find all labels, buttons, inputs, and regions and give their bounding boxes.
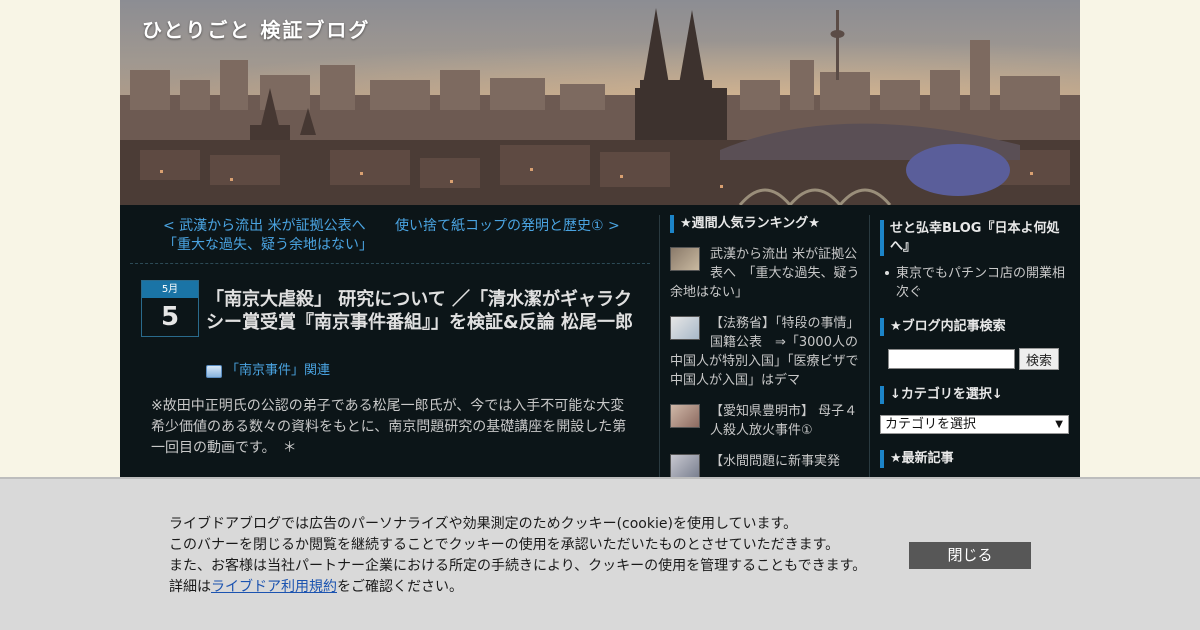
category-select[interactable]: カテゴリを選択 ▼ xyxy=(880,415,1069,434)
external-blog-link[interactable]: 東京でもパチンコ店の開業相次ぐ xyxy=(885,264,1070,302)
category-section: ↓カテゴリを選択↓ カテゴリを選択 ▼ xyxy=(880,386,1070,434)
latest-heading: ★最新記事 xyxy=(880,450,1070,468)
search-heading: ★ブログ内記事検索 xyxy=(880,318,1070,336)
dropdown-arrow-icon: ▼ xyxy=(1055,419,1063,430)
ranking-heading: ★週間人気ランキング★ xyxy=(670,215,860,233)
ranking-sidebar: ★週間人気ランキング★ 武漢から流出 米が証拠公表へ 「重大な過失、疑う余地はな… xyxy=(670,215,860,478)
prev-post-link[interactable]: < 武漢から流出 米が証拠公表へ 「重大な過失、疑う余地はない」 xyxy=(163,217,383,255)
post-title[interactable]: 「南京大虐殺」 研究について ／「清水潔がギャラクシー賞受賞『南京事件番組』」を… xyxy=(206,288,636,334)
external-blog-heading[interactable]: せと弘幸BLOG『日本よ何処へ』 xyxy=(880,220,1070,256)
ranking-thumbnail[interactable] xyxy=(670,404,700,428)
post-category: 「南京事件」関連 xyxy=(206,362,330,380)
cookie-line: また、お客様は当社パートナー企業における所定の手続きにより、クッキーの使用を管理… xyxy=(169,558,867,574)
next-post-link[interactable]: 使い捨て紙コップの発明と歴史① > xyxy=(395,217,635,236)
close-button[interactable]: 閉じる xyxy=(909,542,1031,569)
external-blog-section: せと弘幸BLOG『日本よ何処へ』 東京でもパチンコ店の開業相次ぐ xyxy=(880,220,1070,302)
search-section: ★ブログ内記事検索 検索 xyxy=(880,318,1070,370)
category-select-value: カテゴリを選択 xyxy=(885,417,977,432)
search-button[interactable]: 検索 xyxy=(1019,348,1060,370)
nav-divider xyxy=(130,263,650,264)
cookie-line: ライブドアブログでは広告のパーソナライズや効果測定のためクッキー(cookie)… xyxy=(169,516,798,532)
terms-link[interactable]: ライブドア利用規約 xyxy=(211,579,337,595)
blog-title[interactable]: ひとりごと 検証ブログ xyxy=(142,14,370,43)
external-blog-list: 東京でもパチンコ店の開業相次ぐ xyxy=(880,264,1070,302)
ranking-thumbnail[interactable] xyxy=(670,454,700,478)
search-form: 検索 xyxy=(880,348,1070,370)
post-category-link[interactable]: 「南京事件」関連 xyxy=(226,362,330,380)
folder-icon xyxy=(206,364,222,378)
cookie-line-prefix: 詳細は xyxy=(169,579,211,595)
ranking-item[interactable]: 【愛知県豊明市】 母子４人殺人放火事件① xyxy=(670,402,860,440)
ranking-item[interactable]: 【法務省】「特段の事情」国籍公表 ⇒「3000人の中国人が特別入国」「医療ビザで… xyxy=(670,314,860,390)
ranking-item[interactable]: 武漢から流出 米が証拠公表へ 「重大な過失、疑う余地はない」 xyxy=(670,245,860,302)
ranking-thumbnail[interactable] xyxy=(670,247,700,271)
ranking-item-text[interactable]: 【水間問題に新事実発 xyxy=(710,454,840,469)
category-heading: ↓カテゴリを選択↓ xyxy=(880,386,1070,404)
cookie-message: ライブドアブログでは広告のパーソナライズや効果測定のためクッキー(cookie)… xyxy=(169,514,866,598)
post-date-day: 5 xyxy=(160,302,180,332)
ranking-item[interactable]: 【水間問題に新事実発 xyxy=(670,452,860,478)
post-date: 5月 5 xyxy=(141,280,199,337)
ranking-item-text[interactable]: 【愛知県豊明市】 母子４人殺人放火事件① xyxy=(710,404,857,438)
cookie-line: このバナーを閉じるか閲覧を継続することでクッキーの使用を承認いただいたものとさせ… xyxy=(169,537,840,553)
cookie-banner: ライブドアブログでは広告のパーソナライズや効果測定のためクッキー(cookie)… xyxy=(0,477,1200,630)
ranking-thumbnail[interactable] xyxy=(670,316,700,340)
cookie-line-suffix: をご確認ください。 xyxy=(337,579,463,595)
cookie-line: 詳細はライブドア利用規約をご確認ください。 xyxy=(169,577,866,598)
header-banner[interactable]: ひとりごと 検証ブログ xyxy=(120,0,1080,205)
post-body: ※故田中正明氏の公認の弟子である松尾一郎氏が、今では入手不可能な大変希少価値のあ… xyxy=(151,398,627,456)
search-input[interactable] xyxy=(888,349,1015,369)
right-sidebar: せと弘幸BLOG『日本よ何処へ』 東京でもパチンコ店の開業相次ぐ ★ブログ内記事… xyxy=(880,220,1070,484)
latest-section: ★最新記事 xyxy=(880,450,1070,468)
post-date-month: 5月 xyxy=(142,281,198,298)
